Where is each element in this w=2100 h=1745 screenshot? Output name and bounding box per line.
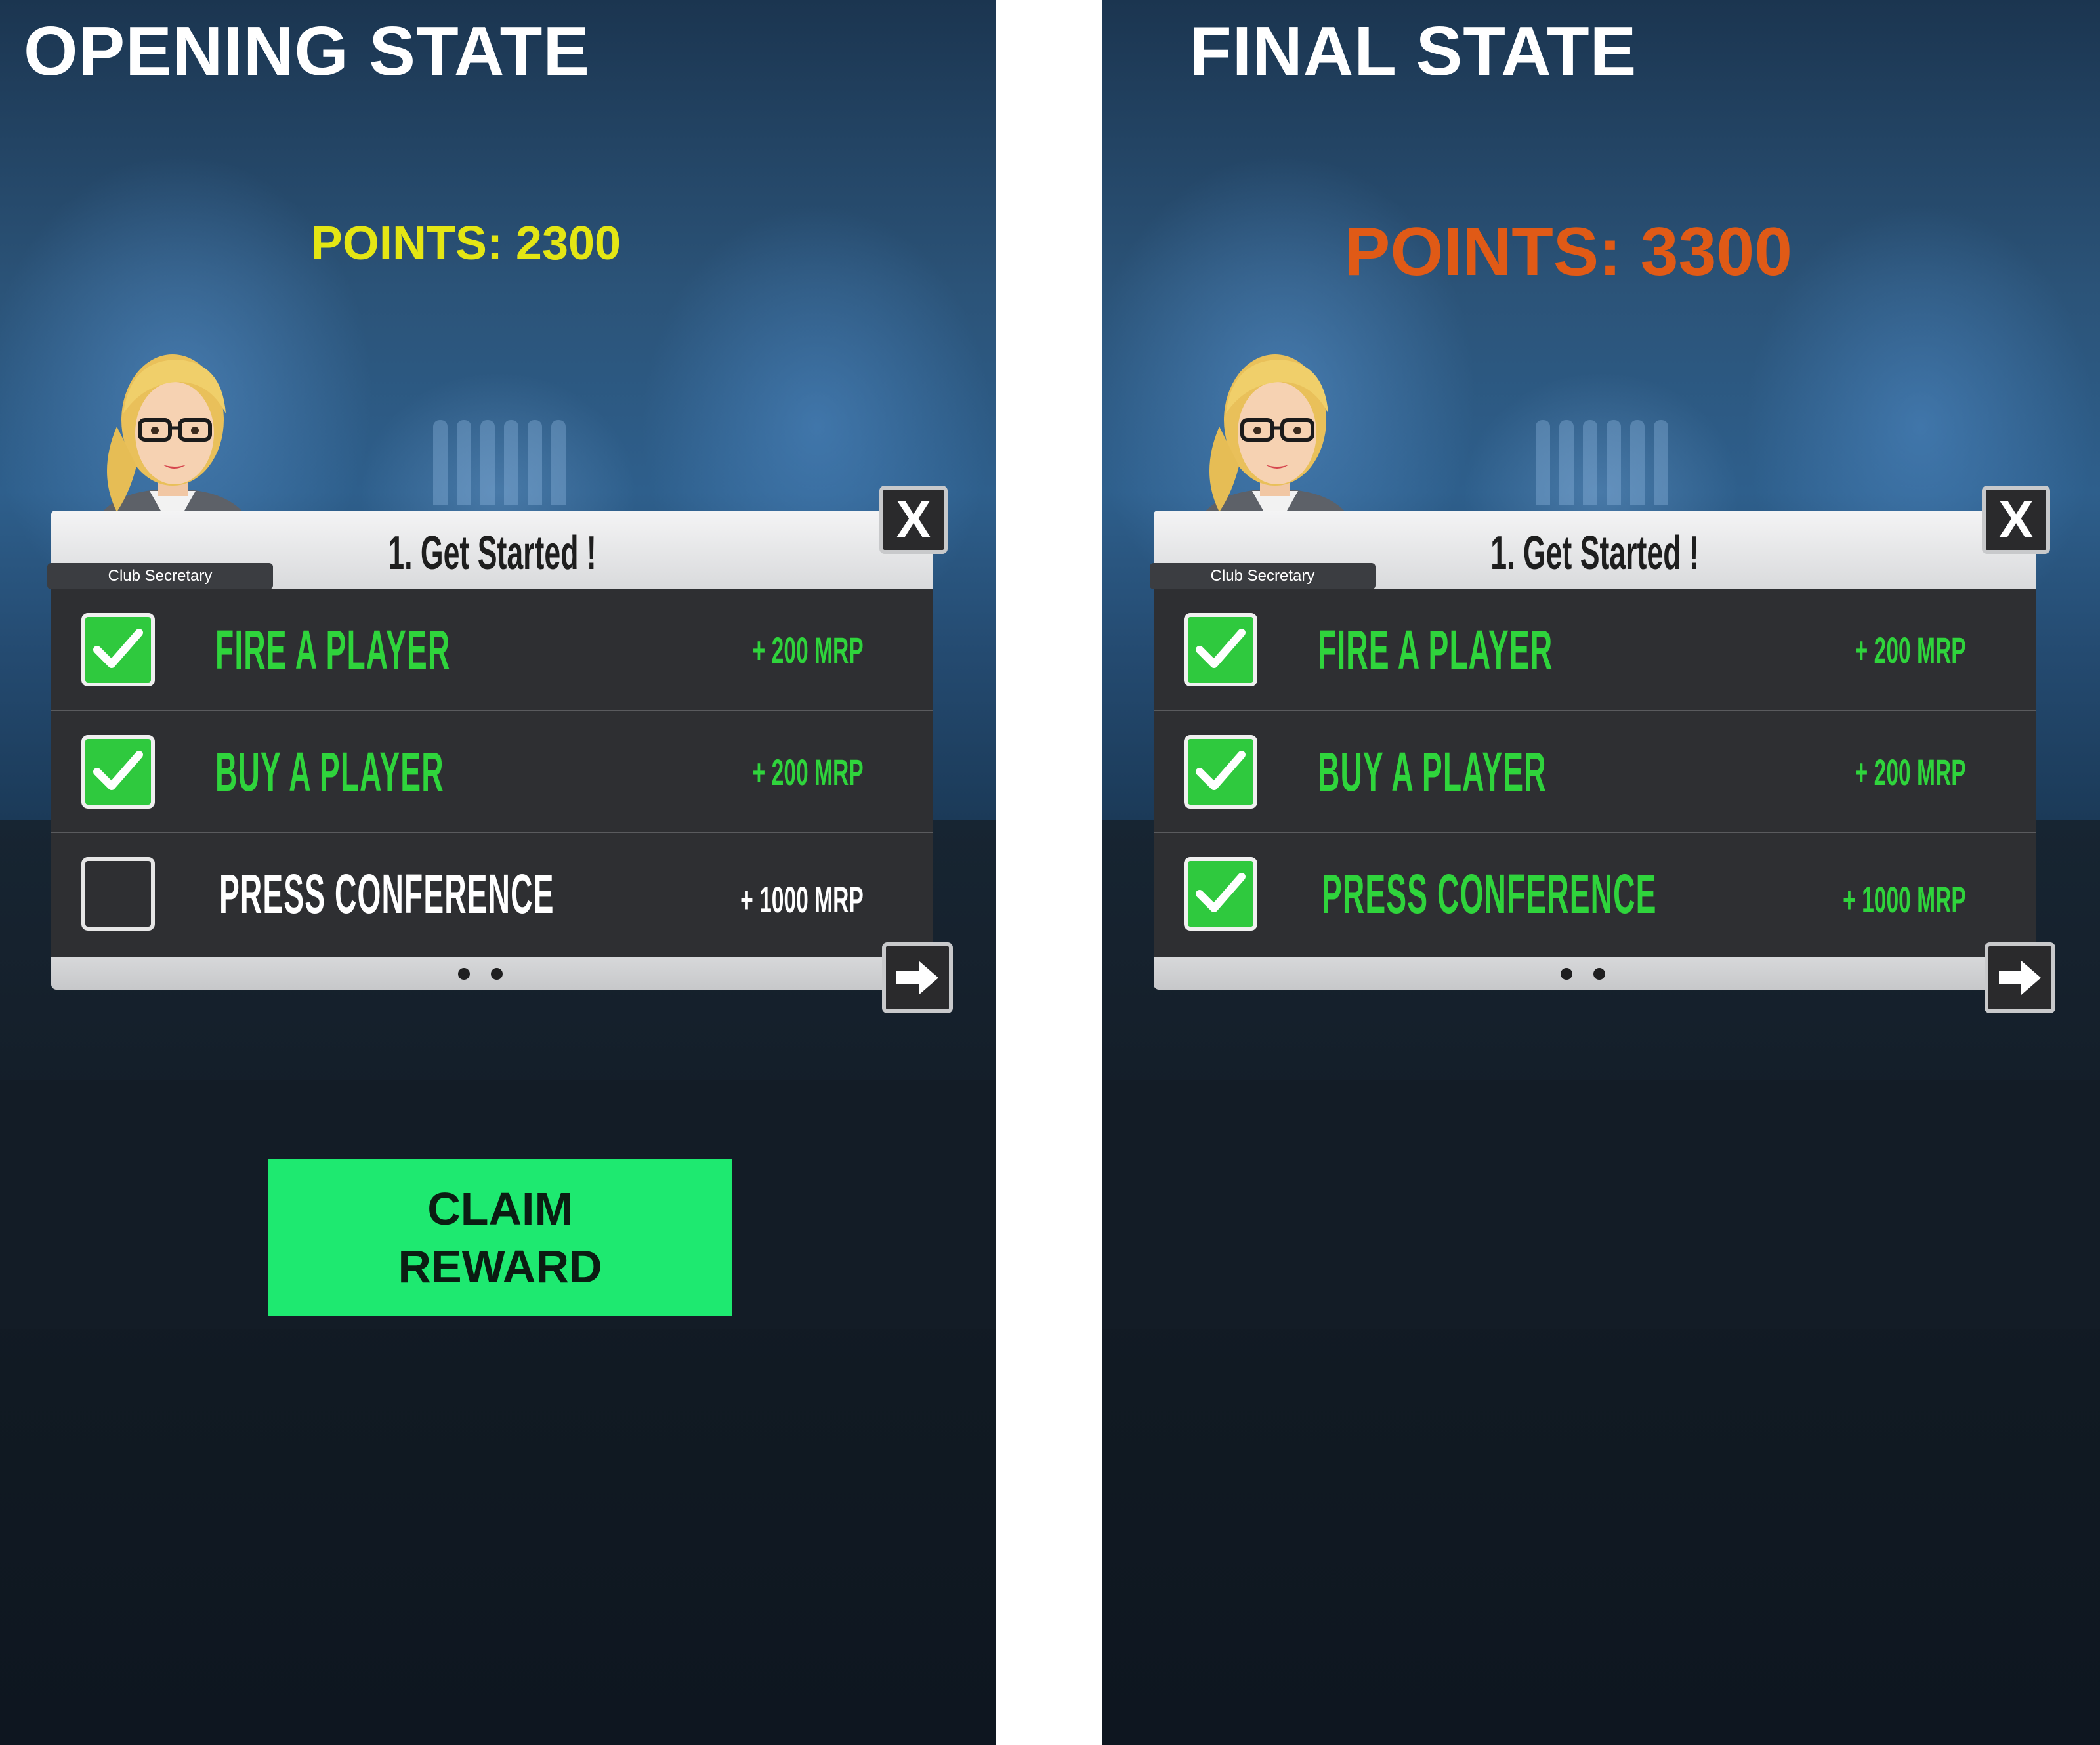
checkmark-icon xyxy=(93,629,143,668)
task-row-fire-player: FIRE A PLAYER + 200 MRP xyxy=(51,589,933,710)
task-checkbox[interactable] xyxy=(1184,613,1257,686)
task-reward: + 1000 MRP xyxy=(740,879,864,920)
task-row-press-conference: PRESS CONFERENCE + 1000 MRP xyxy=(1154,833,2036,954)
page-indicator-dot[interactable] xyxy=(491,968,503,980)
background-windows xyxy=(433,420,566,505)
background-windows xyxy=(1536,420,1668,505)
page-indicator-dot[interactable] xyxy=(1593,968,1605,980)
tasks-panel: 1. Get Started ! Club Secretary X FIRE A… xyxy=(47,486,953,1013)
points-display: POINTS: 3300 xyxy=(1344,214,1793,290)
task-reward: + 200 MRP xyxy=(1855,751,1966,793)
tasks-panel: 1. Get Started ! Club Secretary X FIRE A… xyxy=(1150,486,2055,1013)
task-label: BUY A PLAYER xyxy=(1318,741,1547,803)
panel-footer xyxy=(51,957,933,990)
task-label: BUY A PLAYER xyxy=(215,741,444,803)
claim-reward-button[interactable]: CLAIM REWARD xyxy=(268,1159,732,1316)
task-row-fire-player: FIRE A PLAYER + 200 MRP xyxy=(1154,589,2036,710)
final-state-screen: FINAL STATE POINTS: 3300 1. Get Started … xyxy=(1102,0,2100,1745)
checkmark-icon xyxy=(93,751,143,790)
task-checkbox[interactable] xyxy=(81,613,155,686)
page-indicator-dot[interactable] xyxy=(1561,968,1572,980)
dark-band xyxy=(1102,1080,2100,1329)
close-button[interactable]: X xyxy=(879,486,948,554)
arrow-right-icon xyxy=(896,961,938,995)
secretary-caption: Club Secretary xyxy=(1150,563,1376,589)
task-reward: + 200 MRP xyxy=(752,629,864,671)
checkmark-icon xyxy=(1196,629,1246,668)
next-button[interactable] xyxy=(1984,942,2055,1013)
page-indicator-dot[interactable] xyxy=(458,968,470,980)
task-checkbox[interactable] xyxy=(81,857,155,931)
task-reward: + 200 MRP xyxy=(1855,629,1966,671)
state-title: OPENING STATE xyxy=(24,12,591,90)
task-row-buy-player: BUY A PLAYER + 200 MRP xyxy=(51,711,933,832)
claim-reward-line2: REWARD xyxy=(398,1241,602,1292)
task-label: FIRE A PLAYER xyxy=(215,619,451,681)
arrow-right-icon xyxy=(1999,961,2041,995)
task-row-buy-player: BUY A PLAYER + 200 MRP xyxy=(1154,711,2036,832)
panel-title: 1. Get Started ! xyxy=(388,527,597,579)
task-checkbox[interactable] xyxy=(1184,735,1257,809)
points-display: POINTS: 2300 xyxy=(310,217,621,270)
panel-title: 1. Get Started ! xyxy=(1490,527,1699,579)
task-list: FIRE A PLAYER + 200 MRP BUY A PLAYER + 2… xyxy=(51,589,933,957)
task-list: FIRE A PLAYER + 200 MRP BUY A PLAYER + 2… xyxy=(1154,589,2036,957)
task-row-press-conference: PRESS CONFERENCE + 1000 MRP xyxy=(51,833,933,954)
task-reward: + 1000 MRP xyxy=(1843,879,1966,920)
panel-footer xyxy=(1154,957,2036,990)
secretary-caption: Club Secretary xyxy=(47,563,273,589)
task-label: FIRE A PLAYER xyxy=(1318,619,1553,681)
task-reward: + 200 MRP xyxy=(752,751,864,793)
checkmark-icon xyxy=(1196,751,1246,790)
claim-reward-line1: CLAIM xyxy=(427,1183,573,1234)
state-title: FINAL STATE xyxy=(1189,12,1637,90)
close-button[interactable]: X xyxy=(1982,486,2050,554)
opening-state-screen: OPENING STATE POINTS: 2300 1. Get Starte… xyxy=(0,0,996,1745)
task-label: PRESS CONFERENCE xyxy=(219,863,555,925)
next-button[interactable] xyxy=(882,942,953,1013)
task-checkbox[interactable] xyxy=(1184,857,1257,931)
task-label: PRESS CONFERENCE xyxy=(1322,863,1657,925)
task-checkbox[interactable] xyxy=(81,735,155,809)
checkmark-icon xyxy=(1196,873,1246,912)
